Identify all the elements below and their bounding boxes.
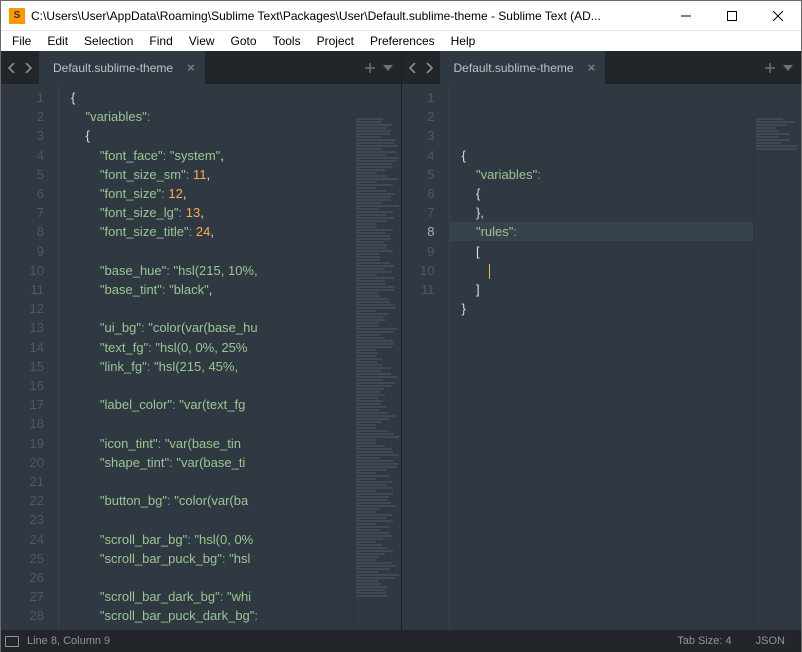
menu-help[interactable]: Help (444, 32, 483, 50)
editor[interactable]: 1234567891011 { "variables": { }, "rules… (402, 84, 802, 630)
panel-switcher-icon[interactable] (5, 636, 19, 647)
line-gutter: 1234567891011 (402, 84, 450, 630)
tab-size[interactable]: Tab Size: 4 (677, 635, 731, 647)
workspace: Default.sublime-theme × 1234567891011121… (1, 51, 801, 630)
tab[interactable]: Default.sublime-theme × (39, 51, 205, 84)
tab-dropdown-icon[interactable] (783, 63, 793, 73)
window-controls (663, 1, 801, 30)
menubar: FileEditSelectionFindViewGotoToolsProjec… (1, 31, 801, 51)
tab-dropdown-icon[interactable] (383, 63, 393, 73)
editor[interactable]: 1234567891011121314151617181920212223242… (1, 84, 401, 630)
close-icon[interactable]: × (588, 60, 596, 75)
tab-bar: Default.sublime-theme × (1, 51, 401, 84)
close-icon[interactable]: × (187, 60, 195, 75)
left-pane: Default.sublime-theme × 1234567891011121… (1, 51, 402, 630)
statusbar: Line 8, Column 9 Tab Size: 4 JSON (1, 630, 801, 652)
tab-bar: Default.sublime-theme × (402, 51, 802, 84)
close-button[interactable] (755, 1, 801, 31)
maximize-button[interactable] (709, 1, 755, 31)
new-tab-icon[interactable] (765, 63, 775, 73)
tab-history-forward-icon[interactable] (422, 63, 436, 73)
code-area[interactable]: { "variables": { }, "rules": [ ]} (450, 84, 802, 630)
menu-tools[interactable]: Tools (266, 32, 308, 50)
menu-find[interactable]: Find (142, 32, 179, 50)
app-icon: S (9, 8, 25, 24)
tab[interactable]: Default.sublime-theme × (440, 51, 606, 84)
menu-project[interactable]: Project (310, 32, 361, 50)
window-title: C:\Users\User\AppData\Roaming\Sublime Te… (31, 9, 663, 23)
titlebar: S C:\Users\User\AppData\Roaming\Sublime … (1, 1, 801, 31)
tab-label: Default.sublime-theme (53, 61, 173, 75)
tab-history-back-icon[interactable] (5, 63, 19, 73)
tab-history-forward-icon[interactable] (21, 63, 35, 73)
line-gutter: 1234567891011121314151617181920212223242… (1, 84, 59, 630)
menu-goto[interactable]: Goto (224, 32, 264, 50)
menu-selection[interactable]: Selection (77, 32, 140, 50)
cursor-position[interactable]: Line 8, Column 9 (27, 635, 110, 647)
minimize-button[interactable] (663, 1, 709, 31)
new-tab-icon[interactable] (365, 63, 375, 73)
right-pane: Default.sublime-theme × 1234567891011 { … (402, 51, 802, 630)
menu-view[interactable]: View (182, 32, 222, 50)
menu-file[interactable]: File (5, 32, 38, 50)
code-area[interactable]: { "variables": { "font_face": "system", … (59, 84, 401, 630)
menu-preferences[interactable]: Preferences (363, 32, 442, 50)
tab-label: Default.sublime-theme (454, 61, 574, 75)
tab-history-back-icon[interactable] (406, 63, 420, 73)
menu-edit[interactable]: Edit (40, 32, 75, 50)
syntax[interactable]: JSON (756, 635, 785, 647)
